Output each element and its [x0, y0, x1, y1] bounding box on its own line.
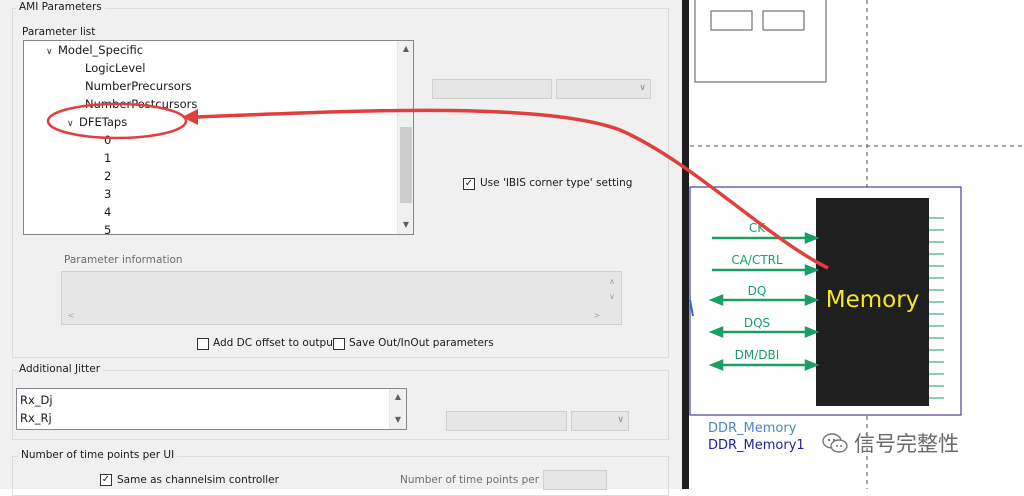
- save-outinout-checkbox[interactable]: [333, 338, 345, 350]
- tree-node-numberpostcursors[interactable]: NumberPostcursors: [85, 96, 197, 112]
- time-points-per-ui-field[interactable]: [543, 470, 607, 490]
- parameter-list-label: Parameter list: [22, 26, 96, 38]
- memory-block-label: Memory: [825, 287, 920, 313]
- instance-name-label: DDR_Memory1: [708, 438, 805, 453]
- parameter-information-box[interactable]: ∧ ∨ < >: [61, 271, 622, 325]
- signal-label-dm-dbi: DM/DBI: [734, 348, 780, 362]
- scroll-down-arrow-icon[interactable]: ▼: [391, 414, 405, 426]
- add-dc-offset-checkbox[interactable]: [197, 338, 209, 350]
- scroll-up-arrow-icon[interactable]: ∧: [605, 276, 619, 288]
- jitter-value-field[interactable]: [446, 411, 567, 431]
- ami-dialog-panel: AMI Parameters Parameter list ∨ Model_Spe…: [0, 0, 682, 496]
- scroll-up-arrow-icon[interactable]: ▲: [399, 43, 413, 55]
- jitter-item-rx-dj[interactable]: Rx_Dj: [20, 392, 53, 408]
- chevron-down-icon[interactable]: ∨: [67, 116, 79, 132]
- save-outinout-label: Save Out/InOut parameters: [349, 337, 494, 349]
- signal-label-dqs: DQS: [743, 316, 771, 330]
- signal-label-ca-ctrl: CA/CTRL: [731, 253, 783, 267]
- tree-node-tap-2[interactable]: 2: [104, 168, 111, 184]
- tree-node-tap-4[interactable]: 4: [104, 204, 111, 220]
- time-points-title: Number of time points per UI: [18, 449, 178, 461]
- parameter-value-dropdown[interactable]: ∨: [556, 79, 651, 99]
- tree-node-numberprecursors[interactable]: NumberPrecursors: [85, 78, 192, 94]
- scroll-down-arrow-icon[interactable]: ∨: [605, 291, 619, 303]
- scroll-up-arrow-icon[interactable]: ▲: [391, 391, 405, 403]
- use-ibis-corner-checkbox[interactable]: ✓: [463, 178, 475, 190]
- tree-node-tap-3[interactable]: 3: [104, 186, 111, 202]
- jitter-item-rx-rj[interactable]: Rx_Rj: [20, 410, 52, 426]
- signal-label-ck: CK: [748, 221, 766, 235]
- top-component-pin-a: [710, 10, 753, 31]
- jitter-vertical-scrollbar[interactable]: ▲ ▼: [389, 389, 406, 429]
- scroll-thumb[interactable]: [400, 127, 412, 203]
- scroll-left-arrow-icon[interactable]: <: [64, 310, 78, 322]
- same-as-controller-label: Same as channelsim controller: [117, 474, 279, 486]
- jitter-list[interactable]: Rx_Dj Rx_Rj ▲ ▼: [16, 388, 407, 430]
- tree-node-dfetaps[interactable]: ∨ DFETaps: [67, 114, 127, 132]
- top-component-box: [694, 0, 827, 83]
- tree-node-tap-1[interactable]: 1: [104, 150, 111, 166]
- jitter-value-dropdown[interactable]: ∨: [571, 411, 629, 431]
- tree-vertical-scrollbar[interactable]: ▲ ▼: [397, 41, 413, 234]
- watermark: 信号完整性: [822, 428, 959, 458]
- signal-label-dq: DQ: [747, 284, 767, 298]
- tree-node-model-specific[interactable]: ∨ Model_Specific: [46, 42, 143, 60]
- scroll-right-arrow-icon[interactable]: >: [590, 310, 604, 322]
- use-ibis-corner-label: Use 'IBIS corner type' setting: [480, 177, 633, 189]
- same-as-controller-checkbox[interactable]: ✓: [100, 474, 112, 486]
- schematic-canvas[interactable]: CK CA/CTRL DQ DQS DM/DBI Memory DDR_Memo…: [682, 0, 1024, 489]
- tree-node-tap-5[interactable]: 5: [104, 222, 111, 234]
- chevron-down-icon[interactable]: ∨: [46, 44, 58, 60]
- additional-jitter-title: Additional Jitter: [16, 363, 104, 375]
- add-dc-offset-label: Add DC offset to output: [213, 337, 337, 349]
- ami-parameters-title: AMI Parameters: [16, 1, 105, 13]
- schematic-drawing: [689, 0, 1024, 489]
- tree-node-logiclevel[interactable]: LogicLevel: [85, 60, 145, 76]
- time-points-per-ui-label: Number of time points per UI: [400, 474, 554, 486]
- parameter-value-field[interactable]: [432, 79, 552, 99]
- wechat-icon: [822, 433, 848, 453]
- component-type-label: DDR_Memory: [708, 421, 797, 436]
- top-component-pin-b: [762, 10, 805, 31]
- chevron-down-icon: ∨: [639, 83, 646, 93]
- parameter-tree[interactable]: ∨ Model_Specific LogicLevel NumberPrecurs…: [23, 40, 414, 235]
- parameter-information-label: Parameter information: [64, 254, 183, 266]
- tree-node-tap-0[interactable]: 0: [104, 132, 111, 148]
- chevron-down-icon: ∨: [617, 415, 624, 425]
- scroll-down-arrow-icon[interactable]: ▼: [399, 219, 413, 231]
- watermark-text: 信号完整性: [854, 432, 959, 456]
